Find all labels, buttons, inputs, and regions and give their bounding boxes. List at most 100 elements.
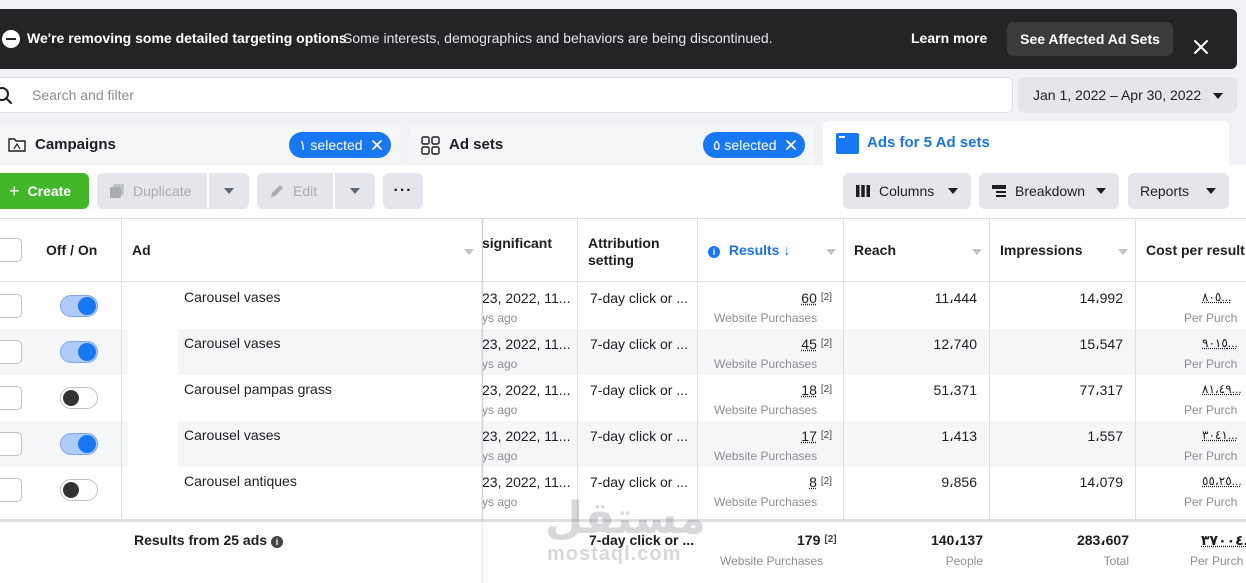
ad-name[interactable]: Carousel vases xyxy=(184,427,281,443)
columns-button[interactable]: Columns xyxy=(843,173,971,209)
ad-results-note: [2] xyxy=(820,292,832,303)
ad-attribution: 7-day click or ... xyxy=(590,290,689,306)
ad-toggle[interactable] xyxy=(60,433,98,455)
ad-results-sub: Website Purchases xyxy=(714,495,818,509)
ad-sets-selected-pill[interactable]: ٥ selected xyxy=(703,132,805,158)
toggle-knob xyxy=(78,435,96,453)
cost-per-result-header[interactable]: Cost per result xyxy=(1146,242,1245,258)
ad-results[interactable]: 18 [2] xyxy=(801,382,832,398)
results-header[interactable]: i Results ↓ xyxy=(708,242,790,258)
breakdown-button[interactable]: Breakdown xyxy=(979,173,1119,209)
ad-date-ago: ys ago xyxy=(482,495,518,509)
table-row[interactable]: Carousel antiques 23, 2022, 11... ys ago 7-… xyxy=(0,467,1246,513)
chevron-down-icon xyxy=(1096,188,1106,194)
edit-label: Edit xyxy=(293,183,318,199)
ad-results[interactable]: 8 [2] xyxy=(809,474,832,490)
tab-ads[interactable]: Ads for 5 Ad sets xyxy=(823,121,1229,171)
tab-campaigns-label: Campaigns xyxy=(35,136,116,153)
sort-caret-icon[interactable] xyxy=(826,249,836,255)
ad-name[interactable]: Carousel pampas grass xyxy=(184,381,332,397)
edit-dropdown-button[interactable] xyxy=(335,173,375,209)
summary-label-text: Results from 25 ads xyxy=(134,532,268,548)
close-icon[interactable] xyxy=(1192,38,1210,56)
ad-results-value: 45 xyxy=(801,336,817,352)
close-icon[interactable] xyxy=(785,139,797,151)
chevron-down-icon xyxy=(350,188,360,194)
tab-campaigns[interactable]: Campaigns ١ selected xyxy=(0,125,400,165)
summary-attribution: 7-day click or ... xyxy=(589,532,695,548)
summary-reach-sub: People xyxy=(945,554,983,568)
ad-name[interactable]: Carousel vases xyxy=(184,289,281,305)
ad-thumbnail-area xyxy=(128,283,178,519)
select-all-checkbox[interactable] xyxy=(0,238,22,262)
ad-results-sub: Website Purchases xyxy=(714,311,818,325)
chevron-down-icon xyxy=(1213,93,1223,99)
significant-header[interactable]: significant xyxy=(482,235,552,251)
ad-results-note: [2] xyxy=(820,384,832,395)
ad-date: 23, 2022, 11... xyxy=(482,290,571,306)
ad-results-value: 17 xyxy=(801,428,817,444)
campaigns-selected-pill[interactable]: ١ selected xyxy=(289,132,391,158)
edit-button[interactable]: Edit xyxy=(257,173,333,209)
toggle-knob xyxy=(63,390,79,406)
ad-name[interactable]: Carousel antiques xyxy=(184,473,297,489)
ad-toggle[interactable] xyxy=(60,479,98,501)
tab-ad-sets[interactable]: Ad sets ٥ selected xyxy=(409,125,814,165)
table-summary-row: Results from 25 ads i 7-day click or ...… xyxy=(0,519,1246,583)
folder-icon xyxy=(8,138,26,152)
close-icon[interactable] xyxy=(371,139,383,151)
ad-toggle[interactable] xyxy=(60,387,98,409)
sort-caret-icon[interactable] xyxy=(1118,249,1128,255)
toggle-knob xyxy=(63,482,79,498)
toggle-knob xyxy=(78,343,96,361)
ad-cost: ٣٠٤١... xyxy=(1202,428,1238,442)
row-checkbox[interactable] xyxy=(0,340,22,364)
impressions-header[interactable]: Impressions xyxy=(1000,242,1082,258)
ad-results[interactable]: 60 [2] xyxy=(801,290,832,306)
table-row[interactable]: Carousel vases 23, 2022, 11... ys ago 7-day… xyxy=(0,283,1246,329)
ad-results-value: 8 xyxy=(809,474,817,490)
info-icon[interactable]: i xyxy=(270,536,283,548)
table-row[interactable]: Carousel pampas grass 23, 2022, 11... ys a… xyxy=(0,375,1246,421)
sort-caret-icon[interactable] xyxy=(464,249,474,255)
duplicate-button[interactable]: Duplicate xyxy=(97,173,207,209)
reach-header[interactable]: Reach xyxy=(854,242,896,258)
ad-impressions: 15،547 xyxy=(1079,336,1123,352)
search-bar xyxy=(0,77,1013,113)
search-input[interactable] xyxy=(32,84,932,106)
table-row[interactable]: Carousel vases 23, 2022, 11... ys ago 7-day… xyxy=(0,421,1246,467)
attribution-header[interactable]: Attribution setting xyxy=(588,235,688,269)
learn-more-link[interactable]: Learn more xyxy=(911,30,987,46)
banner-description: Some interests, demographics and behavio… xyxy=(343,30,773,46)
ad-date: 23, 2022, 11... xyxy=(482,474,571,490)
see-affected-ad-sets-button[interactable]: See Affected Ad Sets xyxy=(1007,22,1173,56)
ad-date: 23, 2022, 11... xyxy=(482,336,571,352)
create-button[interactable]: + Create xyxy=(0,173,89,209)
row-checkbox[interactable] xyxy=(0,386,22,410)
reports-button[interactable]: Reports xyxy=(1128,173,1229,209)
summary-impressions-sub: Total xyxy=(1103,554,1129,568)
ad-toggle[interactable] xyxy=(60,341,98,363)
summary-results-value: 179 xyxy=(797,532,821,548)
ad-name-header[interactable]: Ad xyxy=(132,242,151,258)
duplicate-dropdown-button[interactable] xyxy=(209,173,249,209)
sort-caret-icon[interactable] xyxy=(972,249,982,255)
table-row[interactable]: Carousel vases 23, 2022, 11... ys ago 7-day… xyxy=(0,329,1246,375)
info-icon[interactable]: i xyxy=(708,246,720,258)
row-checkbox[interactable] xyxy=(0,294,22,318)
grid-icon xyxy=(421,136,440,155)
more-options-button[interactable]: ··· xyxy=(383,173,423,209)
ad-results-note: [2] xyxy=(820,476,832,487)
row-checkbox[interactable] xyxy=(0,478,22,502)
date-range-picker[interactable]: Jan 1, 2022 – Apr 30, 2022 xyxy=(1018,77,1237,113)
duplicate-icon xyxy=(110,184,124,198)
row-checkbox[interactable] xyxy=(0,432,22,456)
ad-results[interactable]: 17 [2] xyxy=(801,428,832,444)
ad-cost-sub: Per Purch xyxy=(1184,403,1238,417)
ad-name[interactable]: Carousel vases xyxy=(184,335,281,351)
ad-date: 23, 2022, 11... xyxy=(482,428,571,444)
search-icon xyxy=(0,87,12,104)
ad-toggle[interactable] xyxy=(60,295,98,317)
ad-results[interactable]: 45 [2] xyxy=(801,336,832,352)
ad-cost-sub: Per Purch xyxy=(1184,449,1238,463)
